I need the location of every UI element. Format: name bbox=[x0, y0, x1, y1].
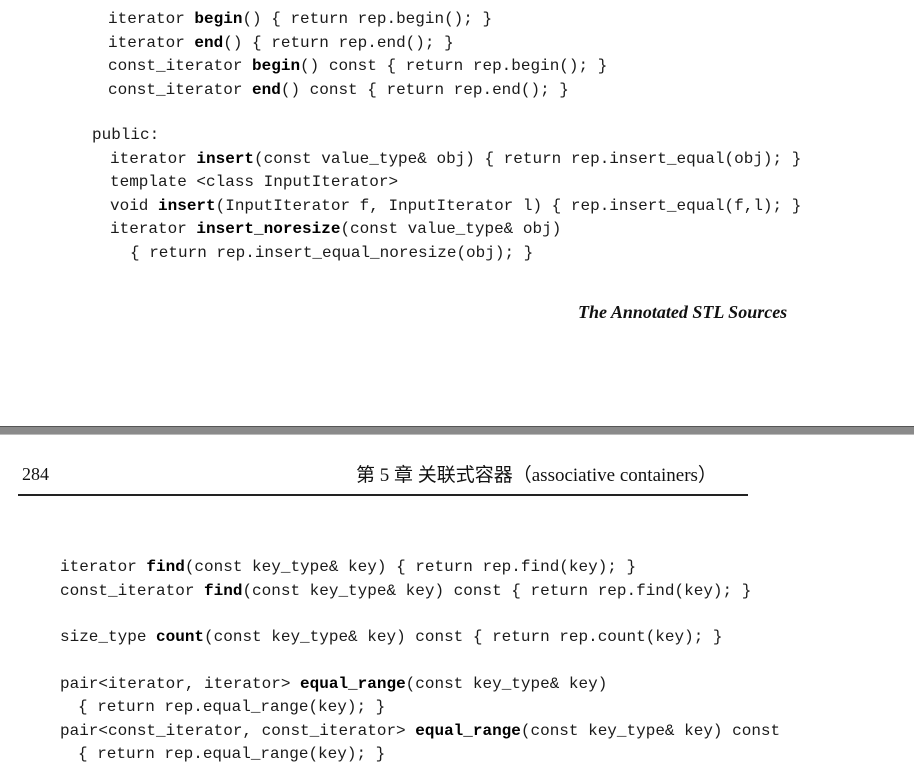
code-line: iterator begin() { return rep.begin(); } bbox=[0, 8, 801, 32]
code-line: public: bbox=[0, 124, 801, 148]
code-line: { return rep.equal_range(key); } bbox=[0, 696, 780, 720]
code-text: (const key_type& key) bbox=[405, 674, 608, 693]
header-rule bbox=[18, 494, 748, 496]
code-text: (InputIterator f, InputIterator l) { rep… bbox=[215, 196, 802, 215]
code-identifier-bold: insert_noresize bbox=[196, 220, 341, 238]
code-text: size_type bbox=[60, 628, 157, 646]
code-line: void insert(InputIterator f, InputIterat… bbox=[0, 195, 801, 219]
code-line: pair<const_iterator, const_iterator> equ… bbox=[0, 720, 780, 744]
code-identifier-bold: equal_range bbox=[415, 721, 521, 740]
code-text: () { return rep.begin(); } bbox=[242, 10, 493, 28]
code-line: { return rep.equal_range(key); } bbox=[0, 743, 780, 767]
code-line: const_iterator begin() const { return re… bbox=[0, 55, 801, 79]
code-identifier-bold: count bbox=[156, 628, 205, 646]
code-text: iterator bbox=[110, 220, 197, 238]
code-line: pair<iterator, iterator> equal_range(con… bbox=[0, 673, 780, 697]
code-line: const_iterator end() const { return rep.… bbox=[0, 79, 801, 103]
code-text: (const value_type& obj) bbox=[340, 220, 562, 238]
code-text: () const { return rep.begin(); } bbox=[300, 57, 608, 75]
code-line: iterator find(const key_type& key) { ret… bbox=[0, 556, 780, 580]
code-line: template <class InputIterator> bbox=[0, 171, 801, 195]
code-text: (const key_type& key) const { return rep… bbox=[204, 628, 723, 646]
code-line: iterator end() { return rep.end(); } bbox=[0, 32, 801, 56]
code-identifier-bold: end bbox=[194, 33, 224, 52]
code-text: pair<const_iterator, const_iterator> bbox=[60, 721, 416, 740]
code-text: () { return rep.end(); } bbox=[223, 33, 454, 52]
code-text: iterator bbox=[108, 33, 195, 52]
code-text: (const key_type& key) const bbox=[520, 721, 781, 740]
code-identifier-bold: insert bbox=[196, 149, 255, 168]
code-text: { return rep.insert_equal_noresize(obj);… bbox=[130, 243, 534, 262]
code-text: (const value_type& obj) { return rep.ins… bbox=[254, 149, 802, 168]
code-text: template <class InputIterator> bbox=[110, 173, 399, 191]
code-line: { return rep.insert_equal_noresize(obj);… bbox=[0, 242, 801, 266]
bottom-code-listing: iterator find(const key_type& key) { ret… bbox=[0, 556, 780, 767]
page-number: 284 bbox=[22, 464, 49, 484]
code-line: iterator insert_noresize(const value_typ… bbox=[0, 218, 801, 242]
code-text: void bbox=[110, 196, 159, 215]
code-text: public: bbox=[92, 126, 160, 144]
code-text: const_iterator bbox=[108, 57, 253, 75]
code-text: iterator bbox=[108, 10, 195, 28]
code-text: (const key_type& key) const { return rep… bbox=[242, 581, 752, 600]
code-identifier-bold: begin bbox=[194, 10, 243, 28]
code-text: const_iterator bbox=[108, 80, 253, 99]
code-identifier-bold: end bbox=[252, 80, 281, 99]
page-break-divider bbox=[0, 426, 914, 435]
code-text: iterator bbox=[60, 558, 147, 576]
chapter-header: 第 5 章 关联式容器（associative containers） bbox=[356, 465, 717, 486]
code-text: iterator bbox=[110, 149, 197, 168]
code-text: { return rep.equal_range(key); } bbox=[78, 698, 386, 716]
code-line: iterator insert(const value_type& obj) {… bbox=[0, 148, 801, 172]
code-identifier-bold: equal_range bbox=[300, 674, 406, 693]
code-text: (const key_type& key) { return rep.find(… bbox=[184, 558, 637, 576]
code-line: size_type count(const key_type& key) con… bbox=[0, 626, 780, 650]
running-footer: The Annotated STL Sources bbox=[578, 302, 788, 322]
code-identifier-bold: insert bbox=[158, 196, 216, 215]
top-code-listing: iterator begin() { return rep.begin(); }… bbox=[0, 8, 801, 265]
code-identifier-bold: find bbox=[146, 558, 185, 576]
code-identifier-bold: begin bbox=[252, 57, 301, 75]
code-text: { return rep.equal_range(key); } bbox=[78, 745, 386, 763]
code-text: () const { return rep.end(); } bbox=[280, 80, 569, 99]
code-line: const_iterator find(const key_type& key)… bbox=[0, 580, 780, 604]
code-identifier-bold: find bbox=[204, 581, 243, 600]
code-text: pair<iterator, iterator> bbox=[60, 674, 301, 693]
code-text: const_iterator bbox=[60, 581, 205, 600]
